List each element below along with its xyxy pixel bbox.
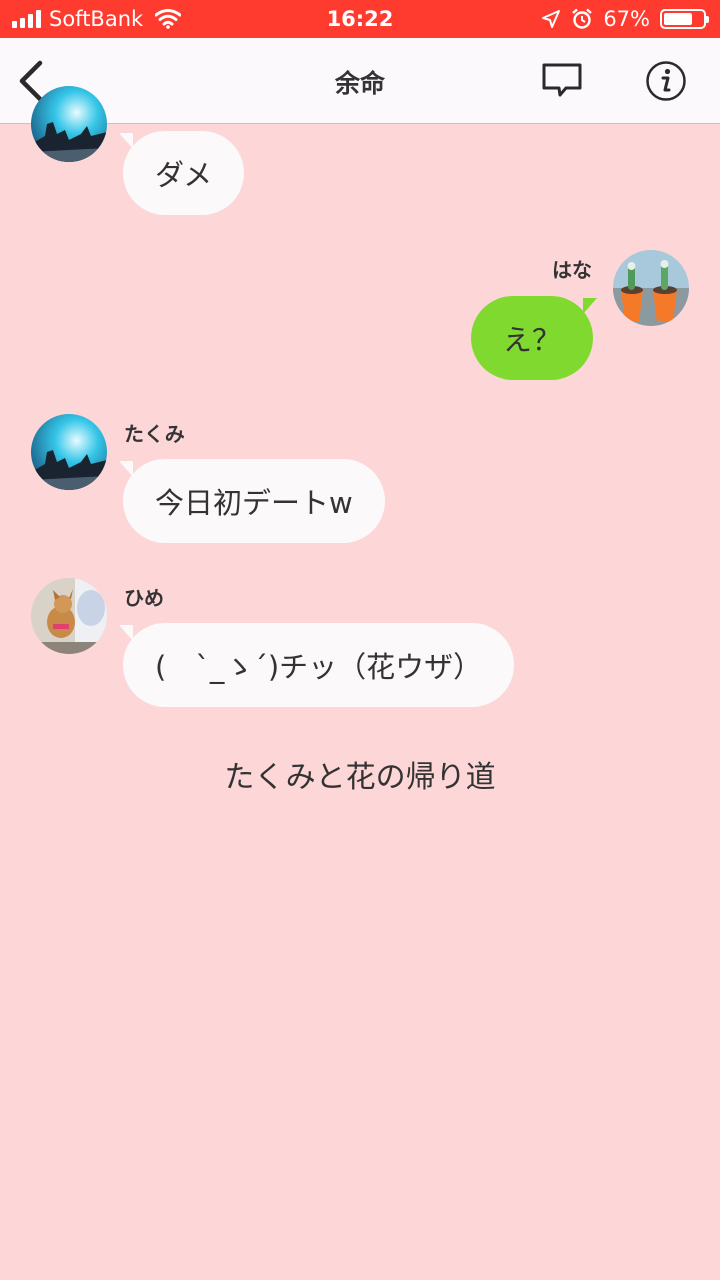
- message-bubble[interactable]: ( `_ゝ´)チッ（花ウザ）: [118, 623, 515, 707]
- info-button[interactable]: [641, 56, 691, 106]
- message-bubble[interactable]: え？: [471, 296, 598, 380]
- sender-name: ひめ: [124, 586, 164, 610]
- message-text: え？: [503, 323, 562, 357]
- page-title: 余命: [334, 69, 385, 98]
- sender-name: たくみ: [124, 422, 185, 446]
- chat-header: 余命: [0, 38, 720, 124]
- alarm-icon: [572, 8, 593, 29]
- message-text: ダメ: [155, 158, 213, 192]
- message-text: ( `_ゝ´)チッ（花ウザ）: [155, 650, 483, 684]
- narration-text: たくみと花の帰り道: [224, 760, 496, 795]
- status-bar: SoftBank 16:22 67%: [0, 0, 720, 38]
- avatar-dog[interactable]: [31, 578, 107, 654]
- avatar-concert[interactable]: [31, 414, 107, 490]
- battery-percent: 67%: [603, 7, 650, 31]
- chat-button[interactable]: [537, 56, 587, 106]
- speech-bubble-icon: [542, 63, 582, 97]
- status-right: 67%: [541, 7, 709, 31]
- avatar-concert[interactable]: [31, 86, 107, 162]
- location-arrow-icon: [542, 10, 561, 28]
- message-bubble[interactable]: ダメ: [118, 131, 245, 215]
- message-bubble[interactable]: 今日初デートw: [119, 459, 385, 543]
- carrier-area: SoftBank: [12, 7, 182, 31]
- battery-icon: [660, 9, 709, 29]
- info-icon: [646, 61, 686, 101]
- avatar-cactus[interactable]: [613, 250, 689, 326]
- message-text: 今日初デートw: [155, 486, 353, 520]
- wifi-icon: [155, 9, 182, 29]
- carrier-label: SoftBank: [49, 7, 144, 31]
- sender-name: はな: [552, 258, 592, 282]
- signal-icon: [12, 10, 41, 28]
